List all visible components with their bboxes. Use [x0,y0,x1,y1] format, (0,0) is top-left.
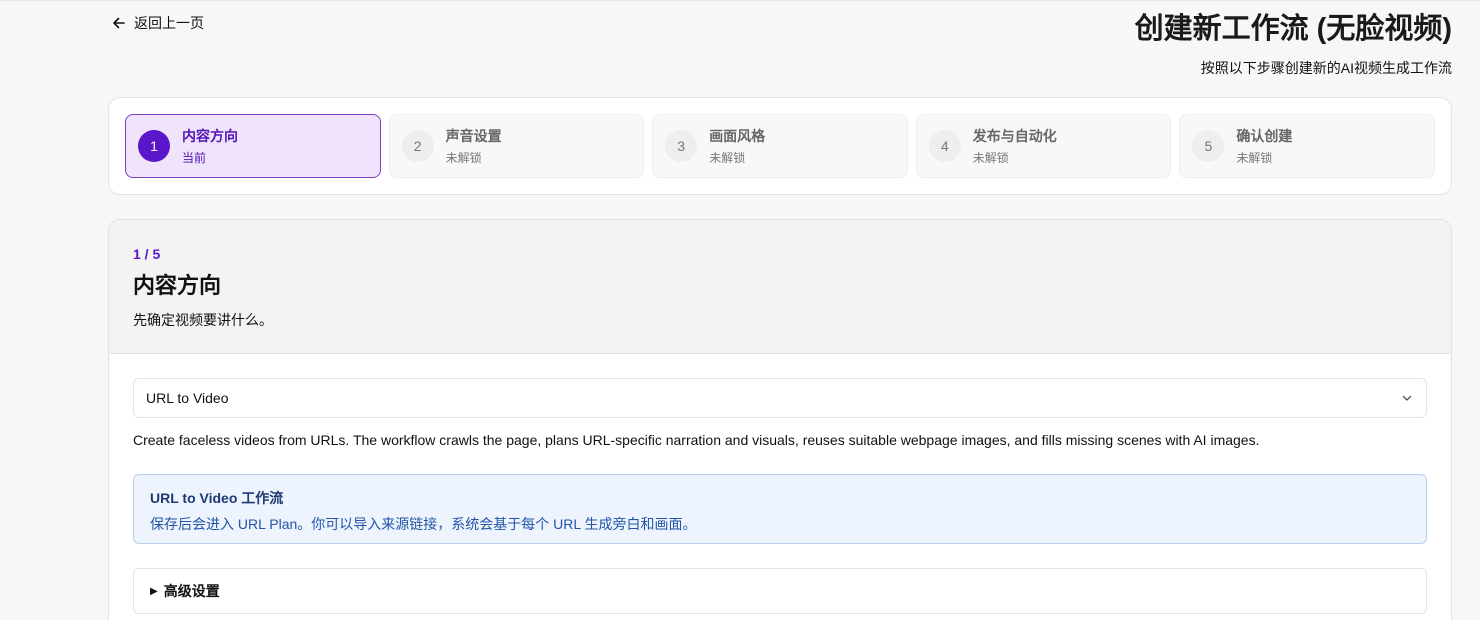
step-number: 2 [401,130,434,162]
step-number: 5 [1192,130,1225,162]
advanced-settings-label: 高级设置 [163,583,220,599]
step-status: 未解锁 [445,151,482,165]
step-number: 1 [138,130,170,162]
info-title: URL to Video 工作流 [150,490,284,506]
workflow-description: Create faceless videos from URLs. The wo… [133,432,1260,448]
step-counter: 1 / 5 [133,246,161,262]
card-body: URL to Video Create faceless videos from… [109,354,1451,614]
page-title: 创建新工作流 (无脸视频) [1134,13,1452,45]
stepper: 1 内容方向 当前 2 声音设置 未解锁 3 画面风格 未解锁 4 发布与自动化… [108,97,1452,195]
step-confirm-create[interactable]: 5 确认创建 未解锁 [1179,114,1435,178]
step-label: 发布与自动化 [972,128,1057,144]
workflow-type-value: URL to Video [146,390,229,406]
arrow-left-icon [113,17,125,29]
page-subtitle: 按照以下步骤创建新的AI视频生成工作流 [1200,60,1452,76]
section-description: 先确定视频要讲什么。 [133,312,273,328]
step-status: 当前 [182,151,207,165]
advanced-settings-toggle[interactable]: ▶ 高级设置 [133,568,1427,614]
step-publish-automation[interactable]: 4 发布与自动化 未解锁 [915,114,1172,178]
step-voice-settings[interactable]: 2 声音设置 未解锁 [388,114,645,178]
card-header: 1 / 5 内容方向 先确定视频要讲什么。 [109,220,1451,354]
content-direction-card: 1 / 5 内容方向 先确定视频要讲什么。 URL to Video Creat… [108,219,1452,620]
step-number: 3 [665,130,698,162]
workflow-info-box: URL to Video 工作流 保存后会进入 URL Plan。你可以导入来源… [133,474,1427,544]
chevron-down-icon [1402,395,1412,401]
step-content-direction[interactable]: 1 内容方向 当前 [125,114,381,178]
back-button-label: 返回上一页 [134,15,204,31]
step-visual-style[interactable]: 3 画面风格 未解锁 [652,114,908,178]
step-status: 未解锁 [709,151,746,165]
step-label: 声音设置 [445,128,502,144]
back-button[interactable]: 返回上一页 [112,13,204,33]
step-status: 未解锁 [1236,151,1273,165]
step-label: 画面风格 [709,128,766,144]
triangle-right-icon: ▶ [150,585,158,597]
workflow-type-select[interactable]: URL to Video [133,378,1427,418]
info-text: 保存后会进入 URL Plan。你可以导入来源链接，系统会基于每个 URL 生成… [150,516,697,532]
step-status: 未解锁 [972,151,1009,165]
step-label: 内容方向 [182,128,238,144]
step-number: 4 [928,130,961,162]
section-title: 内容方向 [133,273,222,298]
step-label: 确认创建 [1236,128,1293,144]
